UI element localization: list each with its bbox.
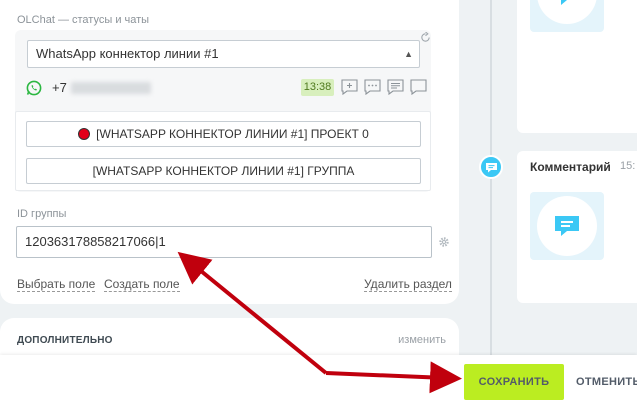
- connector-select-value: WhatsApp коннектор линии #1: [36, 46, 219, 61]
- select-arrow-icon: ▲: [404, 49, 413, 59]
- group-id-input[interactable]: 120363178858217066|1: [16, 226, 432, 258]
- additional-title: ДОПОЛНИТЕЛЬНО: [17, 335, 113, 346]
- chat-open-icon[interactable]: [409, 79, 428, 96]
- delete-section-link[interactable]: Удалить раздел: [364, 277, 452, 292]
- comment-avatar: [530, 192, 604, 260]
- entity-details-panel: OLChat — статусы и чаты WhatsApp коннект…: [0, 0, 459, 304]
- select-field-link[interactable]: Выбрать поле: [17, 277, 96, 292]
- chat-lines-icon[interactable]: [386, 79, 405, 96]
- save-button[interactable]: СОХРАНИТЬ: [464, 364, 564, 400]
- gear-icon[interactable]: [438, 236, 450, 248]
- comment-title: Комментарий: [530, 160, 611, 174]
- chat-add-icon[interactable]: [340, 79, 359, 96]
- time-badge: 13:38: [301, 79, 334, 96]
- timeline-line: [490, 0, 492, 360]
- phone-number-hidden: [71, 82, 151, 94]
- timeline-comment-card: Комментарий 15:: [517, 151, 637, 303]
- refresh-icon[interactable]: [420, 32, 431, 43]
- group-button-label: [WHATSAPP КОННЕКТОР ЛИНИИ #1] ГРУППА: [92, 164, 355, 178]
- avatar-circle: [537, 196, 597, 256]
- chat-icons-group: [340, 79, 428, 96]
- connector-select[interactable]: WhatsApp коннектор линии #1 ▲: [27, 40, 420, 68]
- additional-change-link[interactable]: изменить: [398, 334, 446, 346]
- project-button-label: [WHATSAPP КОННЕКТОР ЛИНИИ #1] ПРОЕКТ 0: [96, 127, 369, 141]
- card-top-text-fragment: [631, 40, 634, 52]
- chat-dots-icon[interactable]: [363, 79, 382, 96]
- red-status-dot: [78, 128, 91, 140]
- olchat-section-label: OLChat — статусы и чаты: [17, 14, 150, 26]
- comment-avatar-top: [530, 0, 604, 32]
- group-id-value: 120363178858217066|1: [25, 234, 166, 249]
- card-top-text-fragment-2: [631, 60, 634, 72]
- group-button[interactable]: [WHATSAPP КОННЕКТОР ЛИНИИ #1] ГРУППА: [26, 158, 421, 184]
- project-button[interactable]: [WHATSAPP КОННЕКТОР ЛИНИИ #1] ПРОЕКТ 0: [26, 121, 421, 147]
- phone-number: +7: [52, 80, 67, 95]
- comment-icon: [486, 163, 497, 173]
- comment-icon: [555, 0, 579, 5]
- timeline-comment-dot: [479, 155, 503, 179]
- comment-time: 15:: [620, 160, 636, 172]
- group-id-label: ID группы: [17, 208, 67, 220]
- create-field-link[interactable]: Создать поле: [104, 277, 180, 292]
- chat-title-buttons: [WHATSAPP КОННЕКТОР ЛИНИИ #1] ПРОЕКТ 0 […: [15, 111, 431, 191]
- comment-icon: [555, 216, 579, 236]
- whatsapp-icon: [26, 80, 42, 96]
- avatar-circle: [537, 0, 597, 24]
- cancel-button[interactable]: ОТМЕНИТЬ: [576, 364, 637, 400]
